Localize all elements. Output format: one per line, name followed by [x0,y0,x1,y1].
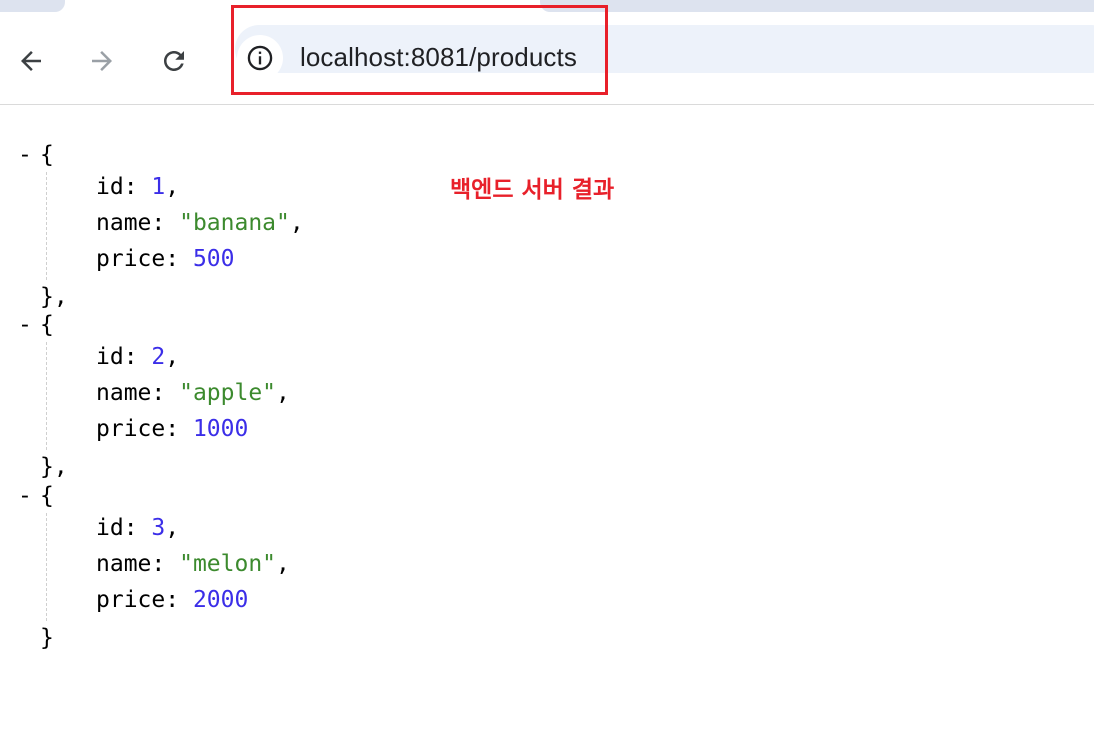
json-comma: , [276,551,290,577]
json-colon: : [165,246,193,272]
json-comma: , [165,174,180,200]
json-comma: , [165,344,180,370]
json-property: name: "banana", [96,208,304,238]
reload-button[interactable] [157,44,191,78]
close-brace: } [40,625,54,651]
collapse-toggle[interactable]: - [18,310,32,340]
indent-guide [46,172,47,280]
json-property: price: 500 [96,244,235,274]
json-value: 3 [151,515,166,541]
json-value: 2 [151,344,166,370]
open-brace: { [40,312,54,338]
json-value: 500 [192,246,235,272]
json-colon: : [165,416,193,442]
json-property: id: 2, [96,342,179,372]
json-value: 1 [151,174,166,200]
json-property: id: 1, [96,172,179,202]
close-brace: }, [40,454,68,480]
annotation-label: 백엔드 서버 결과 [450,177,615,203]
json-property: price: 2000 [96,585,248,615]
json-property: name: "apple", [96,378,290,408]
forward-button[interactable] [85,44,119,78]
json-colon: : [123,515,152,541]
json-property: id: 3, [96,513,179,543]
json-property: name: "melon", [96,549,290,579]
reload-icon [164,51,184,71]
json-colon: : [151,380,180,406]
close-brace: }, [40,284,68,310]
json-key: id [96,344,124,370]
json-colon: : [151,551,180,577]
tab-strip-edge [540,0,1094,12]
json-colon: : [123,174,152,200]
json-key: name [96,551,152,577]
json-key: name [96,380,152,406]
json-property: price: 1000 [96,414,248,444]
json-key: price [96,587,166,613]
json-value: 2000 [192,587,249,613]
arrow-left-icon [21,51,41,71]
open-brace: { [40,483,54,509]
json-colon: : [165,587,193,613]
back-button[interactable] [14,44,48,78]
indent-guide [46,342,47,450]
json-value: "melon" [179,551,277,577]
json-comma: , [165,515,180,541]
json-colon: : [123,344,152,370]
indent-guide [46,513,47,621]
json-value: "banana" [179,210,290,236]
json-key: id [96,515,124,541]
json-value: "apple" [179,380,277,406]
json-comma: , [276,380,290,406]
collapse-toggle[interactable]: - [18,140,32,170]
json-value: 1000 [192,416,249,442]
tab-strip-edge [0,0,65,12]
json-key: price [96,416,166,442]
collapse-toggle[interactable]: - [18,481,32,511]
json-colon: : [151,210,180,236]
url-highlight-box [231,5,608,95]
json-key: name [96,210,152,236]
open-brace: { [40,142,54,168]
json-key: price [96,246,166,272]
json-key: id [96,174,124,200]
arrow-right-icon [92,51,112,71]
json-comma: , [289,210,304,236]
